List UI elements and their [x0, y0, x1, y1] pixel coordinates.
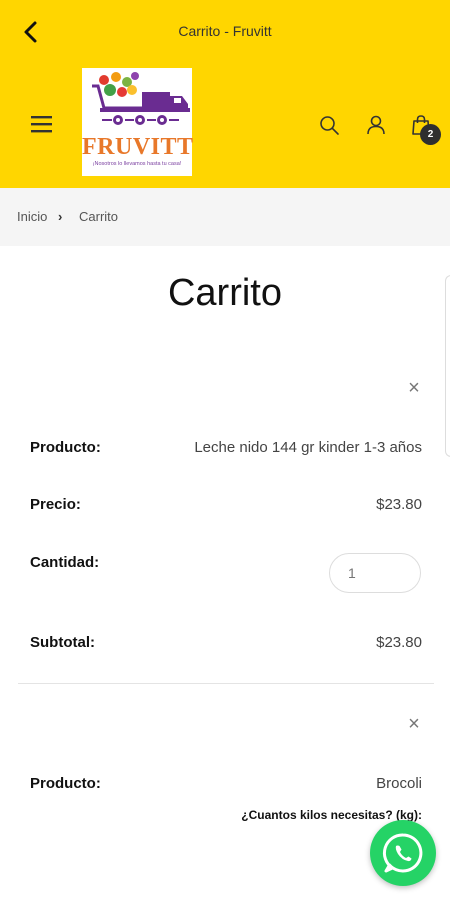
quantity-label: Cantidad: [30, 554, 100, 571]
app-bar: Carrito - Fruvitt [0, 0, 450, 64]
breadcrumb-home-link[interactable]: Inicio [17, 209, 47, 224]
store-logo[interactable]: FRUVITT ¡Nosotros lo llevamos hasta tu c… [82, 68, 194, 176]
quantity-input[interactable] [329, 553, 421, 593]
breadcrumb: Inicio › Carrito [0, 188, 450, 246]
subtotal-value: $23.80 [376, 634, 422, 651]
search-button[interactable] [318, 114, 340, 136]
produce-truck-logo-icon [92, 72, 190, 125]
remove-item-button[interactable]: × [404, 378, 424, 398]
menu-button[interactable] [30, 114, 54, 134]
whatsapp-icon [382, 833, 423, 873]
breadcrumb-current: Carrito [79, 209, 119, 224]
site-header: FRUVITT ¡Nosotros lo llevamos hasta tu c… [0, 64, 450, 188]
window-title: Carrito - Fruvitt [178, 23, 272, 39]
chevron-right-icon: › [58, 209, 63, 224]
item-divider [18, 683, 434, 684]
product-label: Producto: [30, 439, 101, 456]
remove-item-button[interactable]: × [404, 714, 424, 734]
whatsapp-button[interactable] [370, 820, 436, 886]
price-value: $23.80 [376, 496, 422, 513]
page-title: Carrito [167, 272, 283, 314]
logo-wordmark: FRUVITT [82, 134, 194, 160]
logo-tagline: ¡Nosotros lo llevamos hasta tu casa! [92, 161, 182, 167]
search-icon [320, 116, 339, 135]
user-icon [367, 115, 385, 135]
account-button[interactable] [365, 114, 387, 136]
product-name[interactable]: Leche nido 144 gr kinder 1-3 años [194, 439, 422, 456]
cart-count-badge: 2 [420, 124, 441, 145]
product-name[interactable]: Brocoli [376, 775, 422, 792]
subtotal-label: Subtotal: [30, 634, 95, 651]
price-label: Precio: [30, 496, 81, 513]
product-label: Producto: [30, 775, 101, 792]
hamburger-icon [31, 116, 52, 133]
